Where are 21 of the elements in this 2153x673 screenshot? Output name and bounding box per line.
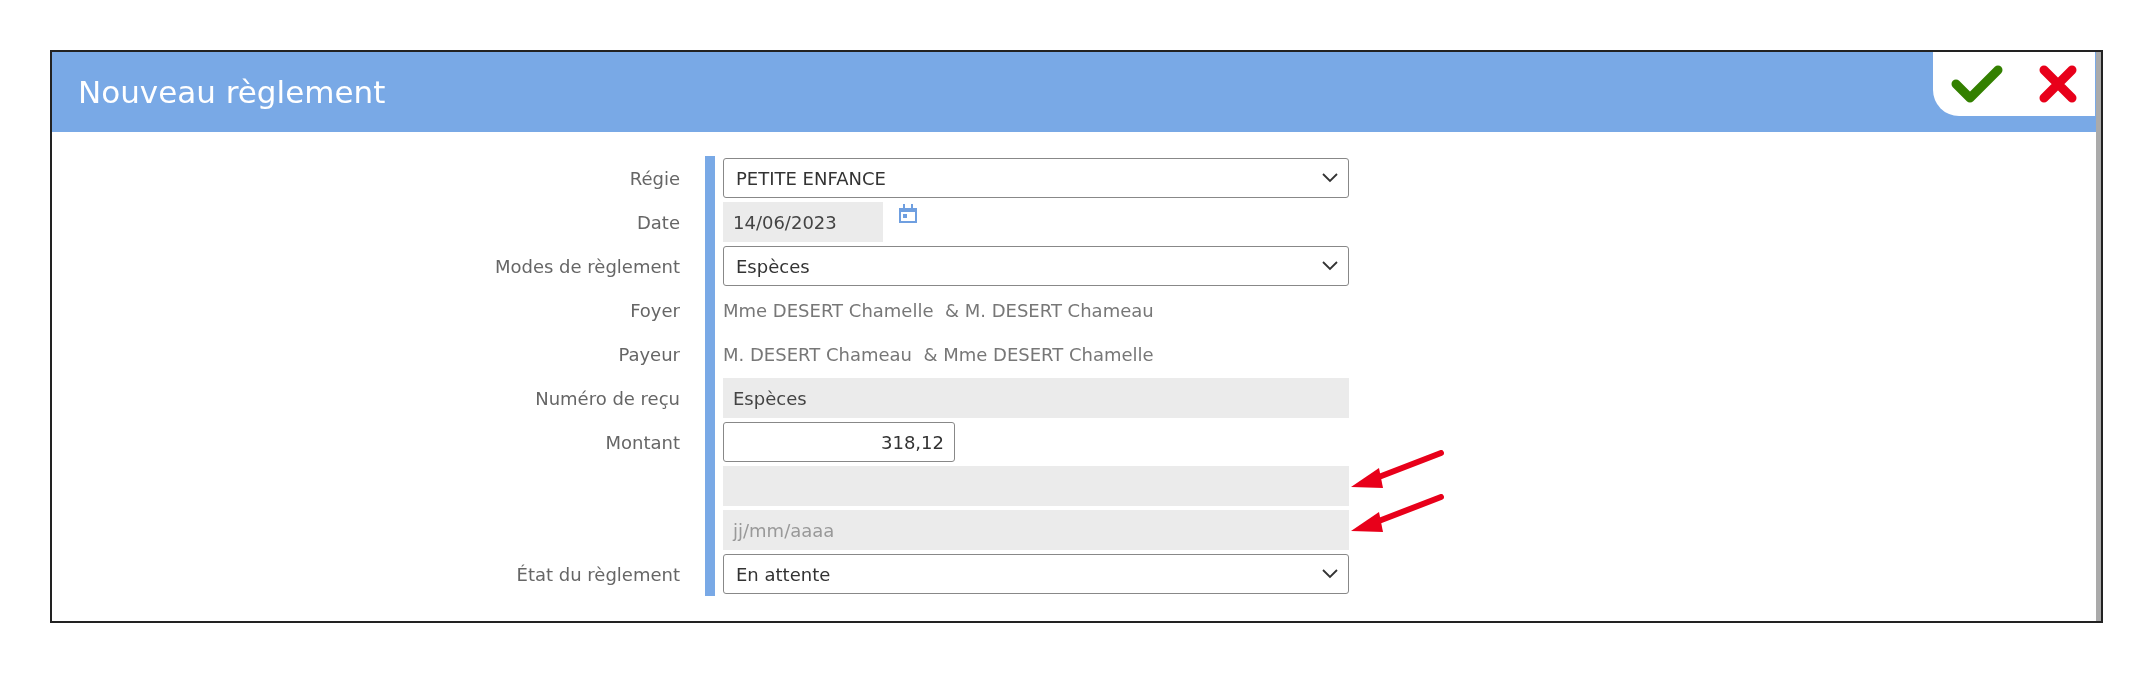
field-label: Modes de règlement [493,254,681,279]
field-label: État du règlement [515,562,681,587]
chevron-down-icon [1322,261,1338,271]
field-label: Foyer [629,298,681,323]
date-field[interactable]: 14/06/2023 [723,202,883,242]
dialog-title: Nouveau règlement [78,74,386,110]
field-label: Numéro de reçu [534,386,681,411]
input-field[interactable]: Espèces [723,378,1349,418]
chevron-down-icon [1322,569,1338,579]
calendar-icon[interactable] [899,204,917,223]
field-value: M. DESERT Chameau & Mme DESERT Chamelle [723,343,1154,365]
select-field[interactable]: En attente [723,554,1349,594]
field-label: Date [635,210,681,235]
chevron-down-icon [1322,173,1338,183]
field-value: Mme DESERT Chamelle & M. DESERT Chameau [723,299,1154,321]
select-field[interactable]: Espèces [723,246,1349,286]
field-label: Régie [628,166,681,191]
field-label: Payeur [617,342,681,367]
amount-field[interactable]: 318,12 [723,422,955,462]
select-field[interactable]: PETITE ENFANCE [723,158,1349,198]
field-label: Montant [604,430,681,455]
